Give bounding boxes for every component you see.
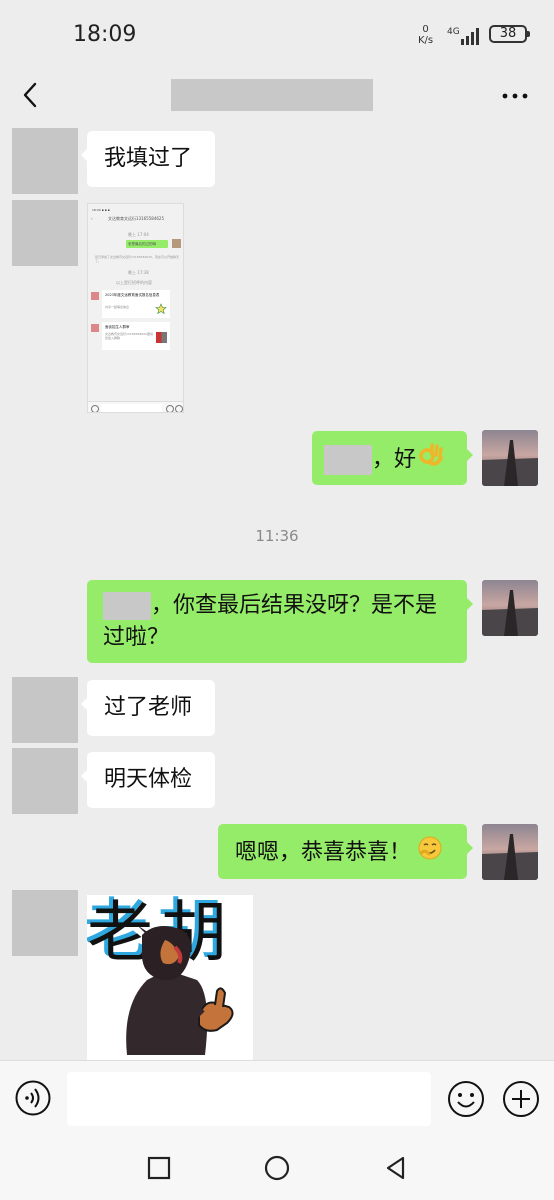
network-type: 4G [447,27,460,37]
message-text: 过啦？ [103,625,170,650]
contact-avatar[interactable] [12,677,78,743]
circle-icon [264,1155,290,1181]
shot-avatar [172,239,181,248]
message-input[interactable] [67,1072,431,1126]
recent-apps-button[interactable] [144,1153,174,1183]
plus-icon [503,1081,539,1117]
status-bar: 18:09 0 K/s 4G 38 [0,0,554,70]
message-text: 过了老师 [104,695,193,720]
contact-avatar[interactable] [12,748,78,814]
dog-thumbs-up-icon [126,925,234,1055]
my-avatar[interactable] [482,430,538,486]
message-text: 明天体检 [104,767,193,792]
net-speed-value: 0 [422,24,429,35]
triangle-back-icon [386,1156,405,1180]
star-icon [155,303,167,315]
shot-tip: 以上是打招呼的内容 [116,280,152,285]
smirk-emoji-icon [417,835,443,871]
chat-header [0,70,554,122]
contact-avatar[interactable] [12,200,78,266]
signal-icon: 4G [447,25,483,47]
system-back-button[interactable] [381,1153,411,1183]
timestamp: 11:36 [255,527,299,545]
plus-button[interactable] [502,1080,540,1118]
shot-card2: 面谈招生人群审 文达教育文远衍13165584625邀请您加入群聊 [102,322,170,350]
shot-time2: 晚上 17:38 [128,270,149,275]
message-text: 我填过了 [104,146,193,171]
back-button[interactable] [16,80,46,110]
voice-button[interactable] [15,1080,51,1116]
voice-icon [15,1080,51,1116]
shot-bubble: 老是最后的过的嘛 [126,240,168,248]
contact-avatar[interactable] [12,128,78,194]
sticker-message[interactable]: 老胡 [87,895,253,1060]
message-bubble[interactable]: 明天体检 [81,752,215,808]
system-navigation-bar [0,1133,554,1200]
message-bubble[interactable]: 过了老师 [81,680,215,736]
redacted-name [103,592,151,620]
message-text: ，好 [372,447,417,472]
chat-title-redacted [171,79,373,111]
net-speed: 0 K/s [418,24,433,46]
message-bubble[interactable]: ，好 [312,431,473,485]
square-icon [147,1156,171,1180]
more-dots-icon [502,93,528,99]
shot-card1: 2023年度文远教育面试报名信息表 共享一起填表信息 [102,290,170,318]
shot-time: 晚上 17:04 [128,232,149,237]
shot-notice: 您已添加了文达教育文远衍13165584625，现在可以开始聊天了。 [95,255,179,263]
message-text: 嗯嗯，恭喜恭喜！ [235,840,412,865]
status-time: 18:09 [73,22,137,47]
shot-header: 文达教育文远衍13165584625 [108,216,164,221]
image-message[interactable]: 18:09 ▪ ▪ ▪ ‹ 文达教育文远衍13165584625 晚上 17:0… [87,203,184,413]
message-text: ，你查最后结果没呀？是不是 [151,593,438,618]
battery-icon: 38 [489,25,530,43]
emoji-button[interactable] [447,1080,485,1118]
ok-hand-icon [418,442,444,478]
chat-input-bar [0,1060,554,1133]
chevron-left-icon [23,82,37,108]
message-bubble[interactable]: 嗯嗯，恭喜恭喜！ [218,824,473,879]
my-avatar[interactable] [482,824,538,880]
more-button[interactable] [499,80,531,110]
home-button[interactable] [262,1153,292,1183]
emoji-icon [448,1081,484,1117]
net-speed-unit: K/s [418,35,434,46]
message-bubble[interactable]: ，你查最后结果没呀？是不是 过啦？ [87,580,473,663]
message-bubble[interactable]: 我填过了 [81,131,215,187]
contact-avatar[interactable] [12,890,78,956]
redacted-name [324,445,372,475]
my-avatar[interactable] [482,580,538,636]
